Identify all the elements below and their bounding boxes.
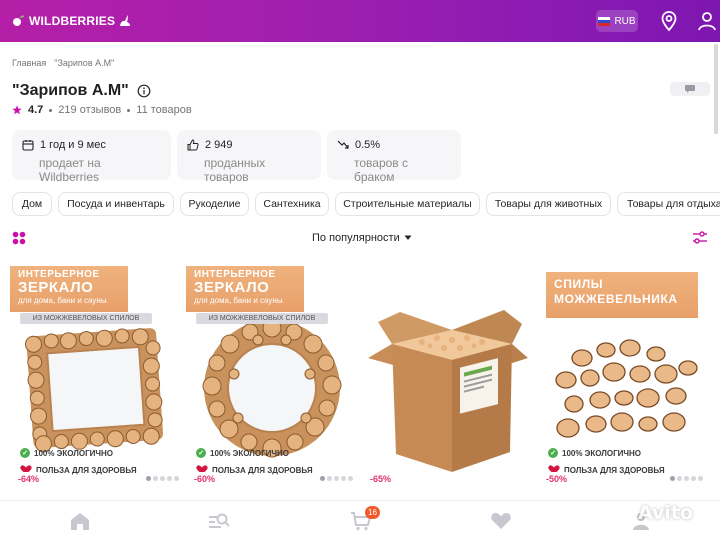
image-pager[interactable] <box>146 476 179 481</box>
avito-logo-icon <box>610 503 631 523</box>
promo-subtitle: ИЗ МОЖЖЕВЕЛОВЫХ СПИЛОВ <box>20 313 152 324</box>
leaf-icon: ✓ <box>548 448 558 458</box>
category-chip-leisure[interactable]: Товары для отдыха <box>617 192 720 216</box>
category-chip-plumbing[interactable]: Сантехника <box>255 192 329 216</box>
cart-count-badge: 16 <box>365 506 380 519</box>
promo-subtitle: ИЗ МОЖЖЕВЕЛОВЫХ СПИЛОВ <box>196 313 328 324</box>
health-badge-label: ПОЛЬЗА ДЛЯ ЗДОРОВЬЯ <box>564 465 665 475</box>
promo-line: СПИЛЫ <box>554 277 604 291</box>
leaf-icon: ✓ <box>20 448 30 458</box>
category-chip-pets[interactable]: Товары для животных <box>486 192 611 216</box>
chat-icon <box>685 85 695 93</box>
product-promo-banner: СПИЛЫ МОЖЖЕВЕЛЬНИКА <box>546 272 698 318</box>
page: WILDBERRIES RUB Главная "Зарипов А.М" "З… <box>0 0 720 540</box>
products-count: 11 товаров <box>136 104 192 116</box>
home-icon[interactable] <box>69 511 91 531</box>
image-pager[interactable] <box>320 476 353 481</box>
breadcrumb: Главная "Зарипов А.М" <box>12 58 114 68</box>
info-icon[interactable] <box>137 84 151 98</box>
eco-badge-label: 100% ЭКОЛОГИЧНО <box>562 448 642 458</box>
grid-view-icon[interactable] <box>12 231 26 245</box>
chevron-down-icon <box>404 235 412 240</box>
berry-icon <box>13 15 24 26</box>
discount-badge: -65% <box>366 472 396 485</box>
watermark-text: Avito <box>638 502 694 524</box>
favorites-heart-icon[interactable] <box>490 511 512 531</box>
rabbit-icon <box>120 15 131 26</box>
discount-badge: -64% <box>14 472 44 485</box>
separator-dot <box>127 108 131 112</box>
page-title: "Зарипов А.М" <box>12 82 129 99</box>
category-chip-tableware[interactable]: Посуда и инвентарь <box>58 192 174 216</box>
product-promo-banner: ИНТЕРЬЕРНОЕ ЗЕРКАЛО для дома, бани и сау… <box>186 266 304 312</box>
eco-badge: ✓ 100% ЭКОЛОГИЧНО <box>548 448 641 458</box>
eco-badge-label: 100% ЭКОЛОГИЧНО <box>210 448 290 458</box>
promo-line: ЗЕРКАЛО <box>194 279 270 296</box>
category-chip-needlework[interactable]: Рукоделие <box>180 192 249 216</box>
stat-caption: товаров с браком <box>354 156 409 184</box>
product-card[interactable]: -65% <box>362 262 534 488</box>
leaf-icon: ✓ <box>196 448 206 458</box>
health-badge-label: ПОЛЬЗА ДЛЯ ЗДОРОВЬЯ <box>36 465 137 475</box>
eco-badge: ✓ 100% ЭКОЛОГИЧНО <box>196 448 289 458</box>
breadcrumb-seller[interactable]: "Зарипов А.М" <box>54 58 114 68</box>
sort-dropdown[interactable]: По популярности <box>312 232 412 244</box>
promo-line: МОЖЖЕВЕЛЬНИКА <box>554 292 678 306</box>
stat-card-defects: 0.5% товаров с браком <box>327 130 461 184</box>
trend-down-icon <box>337 140 349 149</box>
currency-label: RUB <box>614 15 636 27</box>
product-promo-banner: ИНТЕРЬЕРНОЕ ЗЕРКАЛО для дома, бани и сау… <box>10 266 128 312</box>
page-scrollbar[interactable] <box>714 44 718 134</box>
promo-line: для дома, бани и сауны <box>194 296 283 305</box>
rating-value: 4.7 <box>28 104 44 116</box>
star-icon <box>12 105 22 115</box>
health-badge-label: ПОЛЬЗА ДЛЯ ЗДОРОВЬЯ <box>212 465 313 475</box>
stat-value: 2 949 <box>205 139 233 151</box>
product-image-shavings-box <box>368 310 528 472</box>
russia-flag-icon <box>598 16 611 26</box>
share-button[interactable] <box>670 82 710 96</box>
promo-line: ЗЕРКАЛО <box>18 279 94 296</box>
image-pager[interactable] <box>670 476 703 481</box>
map-pin-icon[interactable] <box>658 10 680 32</box>
calendar-icon <box>22 140 34 151</box>
product-card[interactable]: ИНТЕРЬЕРНОЕ ЗЕРКАЛО для дома, бани и сау… <box>186 262 358 488</box>
filter-icon[interactable] <box>692 231 708 245</box>
stat-value: 1 год и 9 мес <box>40 139 106 151</box>
category-chip-home[interactable]: Дом <box>12 192 52 216</box>
discount-badge: -60% <box>190 472 220 485</box>
avito-watermark: Avito <box>608 502 693 524</box>
category-chip-building-materials[interactable]: Строительные материалы <box>335 192 480 216</box>
sort-label: По популярности <box>312 232 400 244</box>
product-card[interactable]: ИНТЕРЬЕРНОЕ ЗЕРКАЛО для дома, бани и сау… <box>10 262 182 488</box>
discount-badge: -50% <box>542 472 572 485</box>
seller-rating-row: 4.7 219 отзывов 11 товаров <box>12 104 192 116</box>
eco-badge-label: 100% ЭКОЛОГИЧНО <box>34 448 114 458</box>
thumbs-up-icon <box>187 139 199 151</box>
stat-card-tenure: 1 год и 9 мес продает на Wildberries <box>12 130 171 184</box>
stat-caption: проданных товаров <box>204 156 266 184</box>
eco-badge: ✓ 100% ЭКОЛОГИЧНО <box>20 448 113 458</box>
currency-selector[interactable]: RUB <box>596 10 638 32</box>
stat-card-sold: 2 949 проданных товаров <box>177 130 321 184</box>
seller-title-row: "Зарипов А.М" <box>12 82 151 100</box>
stat-value: 0.5% <box>355 139 381 151</box>
top-header: WILDBERRIES RUB <box>0 0 720 42</box>
search-catalog-icon[interactable] <box>208 511 230 531</box>
promo-line: для дома, бани и сауны <box>18 296 107 305</box>
stat-caption: продает на Wildberries <box>39 156 101 184</box>
wildberries-logo[interactable]: WILDBERRIES <box>12 9 132 33</box>
product-card[interactable]: СПИЛЫ МОЖЖЕВЕЛЬНИКА ✓ 100% ЭКОЛОГИЧНО ПО… <box>538 262 710 488</box>
logo-text: WILDBERRIES <box>29 14 116 28</box>
reviews-count[interactable]: 219 отзывов <box>58 104 121 116</box>
breadcrumb-home[interactable]: Главная <box>12 58 46 68</box>
separator-dot <box>49 108 53 112</box>
user-icon[interactable] <box>696 10 718 32</box>
